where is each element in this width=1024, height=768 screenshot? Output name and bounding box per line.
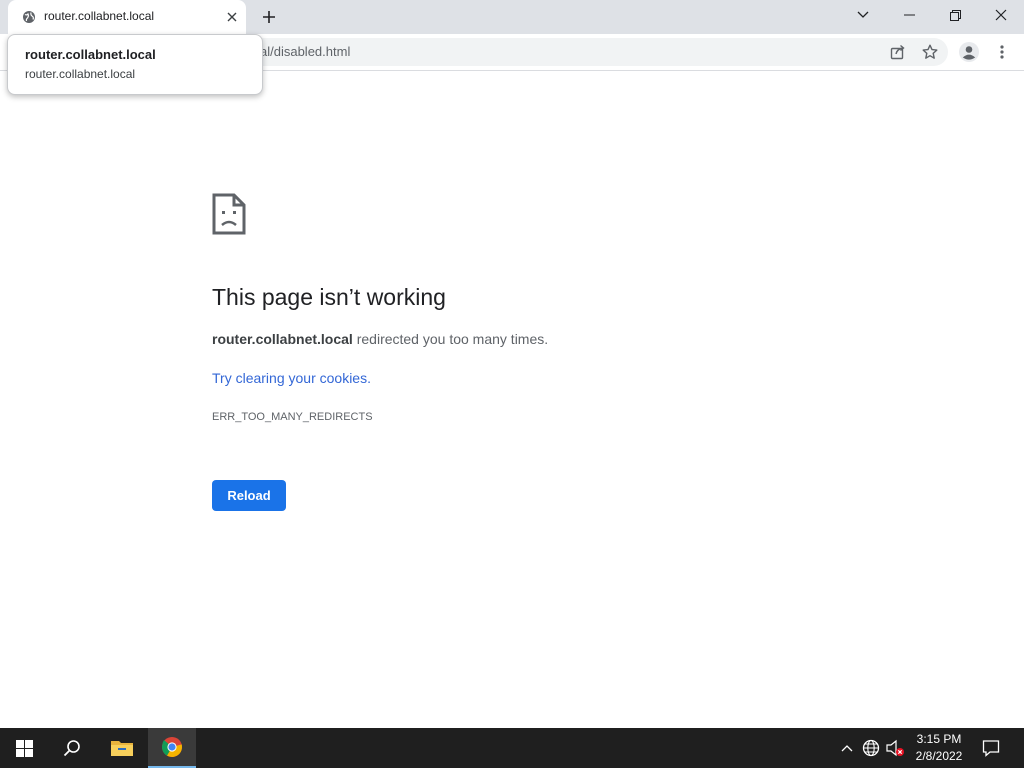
clock-date: 2/8/2022 — [915, 749, 963, 763]
error-code: ERR_TOO_MANY_REDIRECTS — [212, 411, 373, 423]
chevron-down-icon[interactable] — [840, 0, 886, 30]
sad-page-icon — [212, 193, 246, 235]
volume-muted-icon[interactable] — [885, 738, 905, 758]
clock-time: 3:15 PM — [916, 732, 962, 746]
plus-icon[interactable] — [259, 7, 279, 27]
error-heading: This page isn’t working — [212, 284, 446, 310]
minimize-icon[interactable] — [886, 0, 932, 30]
tab-title: router.collabnet.local — [44, 9, 155, 23]
chrome-icon[interactable] — [148, 728, 196, 768]
reload-button[interactable]: Reload — [212, 480, 286, 511]
windows-icon[interactable] — [0, 728, 48, 768]
globe-icon — [22, 10, 36, 24]
search-icon[interactable] — [48, 728, 96, 768]
active-tab[interactable]: router.collabnet.local — [8, 0, 246, 34]
close-icon[interactable] — [224, 9, 240, 25]
error-description: router.collabnet.local redirected you to… — [212, 331, 548, 347]
clear-cookies-link[interactable]: Try clearing your cookies. — [212, 370, 371, 386]
chevron-up-icon[interactable] — [837, 738, 857, 758]
tab-strip: router.collabnet.local — [0, 0, 1024, 34]
close-icon[interactable] — [978, 0, 1024, 30]
tab-hover-card: router.collabnet.local router.collabnet.… — [7, 34, 263, 95]
network-icon[interactable] — [861, 738, 881, 758]
error-host: router.collabnet.local — [212, 331, 353, 347]
system-clock[interactable]: 3:15 PM 2/8/2022 — [908, 731, 970, 765]
profile-icon[interactable] — [958, 41, 980, 63]
error-message: redirected you too many times. — [352, 331, 549, 347]
taskbar: 3:15 PM 2/8/2022 — [0, 728, 1024, 768]
hover-card-title: router.collabnet.local — [25, 47, 156, 62]
hover-card-url: router.collabnet.local — [25, 67, 136, 81]
folder-icon[interactable] — [98, 728, 146, 768]
more-vert-icon[interactable] — [991, 41, 1013, 63]
restore-icon[interactable] — [932, 0, 978, 30]
address-url: al/disabled.html — [260, 44, 351, 59]
notification-icon[interactable] — [981, 738, 1001, 758]
star-icon[interactable] — [919, 41, 941, 63]
share-icon[interactable] — [887, 41, 909, 63]
